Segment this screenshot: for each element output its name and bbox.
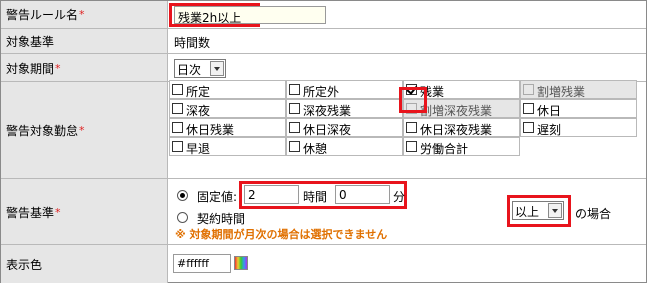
attendance-item-label: 休日深夜 [303, 123, 352, 137]
attendance-item[interactable]: 所定外 [286, 80, 403, 99]
hours-unit: 時間 [303, 190, 328, 204]
attendance-item[interactable]: 休日残業 [169, 118, 286, 137]
attendance-item[interactable]: 労働合計 [403, 137, 520, 156]
attendance-item[interactable]: 休日 [520, 99, 637, 118]
attendance-item-label: 遅刻 [537, 123, 562, 137]
checkbox[interactable] [523, 122, 534, 133]
checkbox[interactable] [172, 103, 183, 114]
display-color-row: 表示色 #ffffff [1, 244, 646, 283]
attendance-item-label: 所定外 [303, 85, 340, 99]
color-picker-icon[interactable] [234, 256, 248, 270]
target-period-row: 対象期間 * 日次 [1, 53, 646, 82]
overtime-checkbox-highlight [399, 87, 427, 113]
checkbox[interactable] [289, 122, 300, 133]
attendance-item-label: 労働合計 [420, 142, 469, 156]
checkbox[interactable] [172, 122, 183, 133]
attendance-item[interactable]: 所定 [169, 80, 286, 99]
required-mark: * [55, 61, 61, 75]
checkbox[interactable] [523, 103, 534, 114]
warning-criteria-row: 警告基準 * 固定値: 2 時間 0 分 契約時間 ※ 対象期間が月次の場合は選択… [1, 178, 646, 245]
hours-input[interactable]: 2 [244, 185, 299, 204]
rule-name-input[interactable]: 残業2h以上 [174, 6, 326, 24]
fixed-value-radio[interactable] [177, 190, 188, 201]
display-color-input[interactable]: #ffffff [173, 254, 231, 273]
target-period-select[interactable]: 日次 [174, 59, 226, 78]
attendance-item-label: 深夜 [186, 104, 211, 118]
comparison-select[interactable]: 以上 [512, 201, 564, 220]
warning-rule-form: 警告ルール名 * 残業2h以上 対象基準 時間数 対象期間 * 日次 警告対象勤怠 * [0, 0, 647, 283]
checkbox[interactable] [172, 141, 183, 152]
attendance-item[interactable]: 早退 [169, 137, 286, 156]
checkbox[interactable] [289, 84, 300, 95]
attendance-item[interactable]: 休日深夜 [286, 118, 403, 137]
required-mark: * [79, 124, 85, 137]
attendance-item[interactable]: 休日深夜残業 [403, 118, 520, 137]
attendance-item[interactable]: 深夜 [169, 99, 286, 118]
chevron-down-icon [548, 203, 562, 218]
fixed-value-label: 固定値: [197, 190, 238, 204]
required-mark: * [79, 8, 85, 21]
attendance-item-label: 所定 [186, 85, 211, 99]
attendance-item: 割増残業 [520, 80, 637, 99]
attendance-item-label: 休日 [537, 104, 562, 118]
attendance-item-label: 割増深夜残業 [420, 104, 493, 118]
checkbox[interactable] [289, 103, 300, 114]
attendance-item-label: 早退 [186, 142, 211, 156]
checkbox[interactable] [406, 141, 417, 152]
monthly-note: ※ 対象期間が月次の場合は選択できません [175, 228, 388, 241]
minutes-unit: 分 [393, 190, 406, 204]
attendance-item-label: 休日残業 [186, 123, 235, 137]
target-basis-value: 時間数 [174, 36, 211, 50]
attendance-item-label: 割増残業 [537, 85, 586, 99]
contract-time-label: 契約時間 [197, 212, 246, 226]
target-basis-row: 対象基準 時間数 [1, 28, 646, 54]
attendance-item-label: 深夜残業 [303, 104, 352, 118]
attendance-item-label: 休日深夜残業 [420, 123, 493, 137]
checkbox[interactable] [172, 84, 183, 95]
minutes-input[interactable]: 0 [335, 185, 390, 204]
contract-time-radio[interactable] [177, 212, 188, 223]
target-period-label: 対象期間 * [1, 54, 168, 82]
chevron-down-icon [210, 61, 224, 76]
display-color-label: 表示色 [1, 245, 168, 283]
rule-name-label: 警告ルール名 * [1, 1, 168, 28]
target-basis-label: 対象基準 [1, 29, 168, 54]
case-suffix: の場合 [575, 207, 612, 221]
required-mark: * [55, 205, 61, 219]
attendance-item-label: 休憩 [303, 142, 328, 156]
attendance-item[interactable]: 休憩 [286, 137, 403, 156]
checkbox [523, 84, 534, 95]
checkbox[interactable] [406, 122, 417, 133]
rule-name-row: 警告ルール名 * 残業2h以上 [1, 1, 646, 28]
attendance-item[interactable]: 深夜残業 [286, 99, 403, 118]
attendance-item[interactable]: 遅刻 [520, 118, 637, 137]
warning-attendance-label: 警告対象勤怠 * [1, 82, 168, 179]
checkbox[interactable] [289, 141, 300, 152]
warning-attendance-row: 警告対象勤怠 * 所定 所定外 残業 割増残業 深夜 深夜残業 割増深夜残業 休日 休日残業 休日深… [1, 80, 646, 179]
warning-criteria-label: 警告基準 * [1, 179, 168, 245]
